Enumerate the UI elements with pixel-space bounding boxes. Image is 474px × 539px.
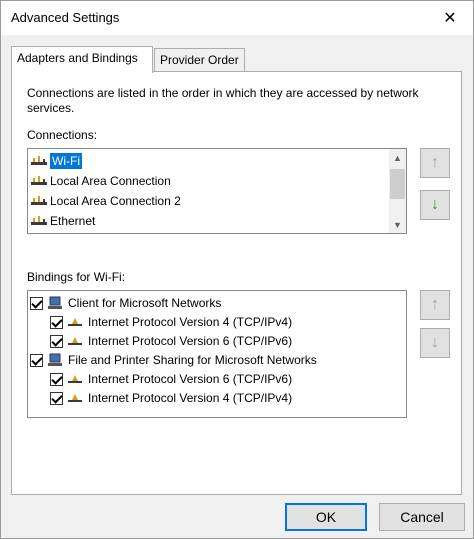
window-title: Advanced Settings: [11, 10, 120, 25]
list-item[interactable]: Internet Protocol Version 4 (TCP/IPv4): [50, 388, 292, 408]
binding-checkbox[interactable]: [50, 391, 63, 405]
tab-panel: Connections are listed in the order in w…: [11, 71, 462, 495]
ok-button[interactable]: OK: [285, 503, 367, 531]
bindings-list[interactable]: Client for Microsoft Networks Internet P…: [27, 290, 407, 418]
binding-checkbox[interactable]: [50, 334, 63, 348]
list-item[interactable]: Internet Protocol Version 4 (TCP/IPv4): [50, 312, 292, 332]
advanced-settings-dialog: Advanced Settings ✕ Adapters and Binding…: [0, 0, 474, 539]
protocol-icon: [67, 372, 83, 386]
list-item[interactable]: Wi-Fi: [30, 151, 82, 171]
binding-checkbox[interactable]: [30, 296, 43, 310]
close-button[interactable]: ✕: [427, 1, 473, 35]
network-adapter-icon: [30, 194, 48, 208]
connection-move-down-button[interactable]: ↓: [420, 190, 450, 220]
binding-checkbox[interactable]: [50, 372, 63, 386]
scroll-up-icon[interactable]: ▲: [389, 149, 406, 166]
binding-label: Client for Microsoft Networks: [68, 296, 222, 310]
binding-move-up-button[interactable]: ↑: [420, 290, 450, 320]
list-item[interactable]: Client for Microsoft Networks: [30, 293, 221, 313]
binding-label: Internet Protocol Version 4 (TCP/IPv4): [88, 391, 293, 405]
scroll-thumb[interactable]: [390, 169, 405, 199]
bindings-label: Bindings for Wi-Fi:: [27, 270, 126, 284]
list-item[interactable]: Local Area Connection: [30, 171, 171, 191]
connection-label: Wi-Fi: [50, 153, 82, 169]
connection-move-up-button[interactable]: ↑: [420, 148, 450, 178]
connections-list[interactable]: Wi-Fi Local Area Connection Local Area C…: [27, 148, 407, 234]
cancel-button[interactable]: Cancel: [379, 503, 465, 531]
title-bar: Advanced Settings ✕: [1, 1, 473, 35]
binding-move-down-button[interactable]: ↓: [420, 328, 450, 358]
client-network-icon: [47, 296, 63, 310]
connection-label: Ethernet: [50, 214, 96, 228]
binding-label: Internet Protocol Version 4 (TCP/IPv4): [88, 315, 293, 329]
tab-adapters-and-bindings[interactable]: Adapters and Bindings: [11, 46, 153, 73]
protocol-icon: [67, 315, 83, 329]
network-adapter-icon: [30, 174, 48, 188]
binding-checkbox[interactable]: [30, 353, 43, 367]
connections-description: Connections are listed in the order in w…: [27, 86, 419, 115]
list-item[interactable]: Internet Protocol Version 6 (TCP/IPv6): [50, 369, 292, 389]
connection-label: Local Area Connection 2: [50, 194, 181, 208]
file-printer-sharing-icon: [47, 353, 63, 367]
connections-scrollbar[interactable]: ▲ ▼: [389, 149, 406, 233]
connections-label: Connections:: [27, 128, 98, 142]
scroll-down-icon[interactable]: ▼: [389, 216, 406, 233]
protocol-icon: [67, 334, 83, 348]
connection-label: Local Area Connection: [50, 174, 171, 188]
network-adapter-icon: [30, 154, 48, 168]
list-item[interactable]: Ethernet: [30, 211, 95, 231]
tab-provider-order[interactable]: Provider Order: [154, 48, 245, 72]
binding-label: File and Printer Sharing for Microsoft N…: [68, 353, 317, 367]
protocol-icon: [67, 391, 83, 405]
list-item[interactable]: Local Area Connection 2: [30, 191, 181, 211]
list-item[interactable]: File and Printer Sharing for Microsoft N…: [30, 350, 317, 370]
binding-label: Internet Protocol Version 6 (TCP/IPv6): [88, 372, 293, 386]
binding-checkbox[interactable]: [50, 315, 63, 329]
list-item[interactable]: Internet Protocol Version 6 (TCP/IPv6): [50, 331, 292, 351]
binding-label: Internet Protocol Version 6 (TCP/IPv6): [88, 334, 293, 348]
network-adapter-icon: [30, 214, 48, 228]
